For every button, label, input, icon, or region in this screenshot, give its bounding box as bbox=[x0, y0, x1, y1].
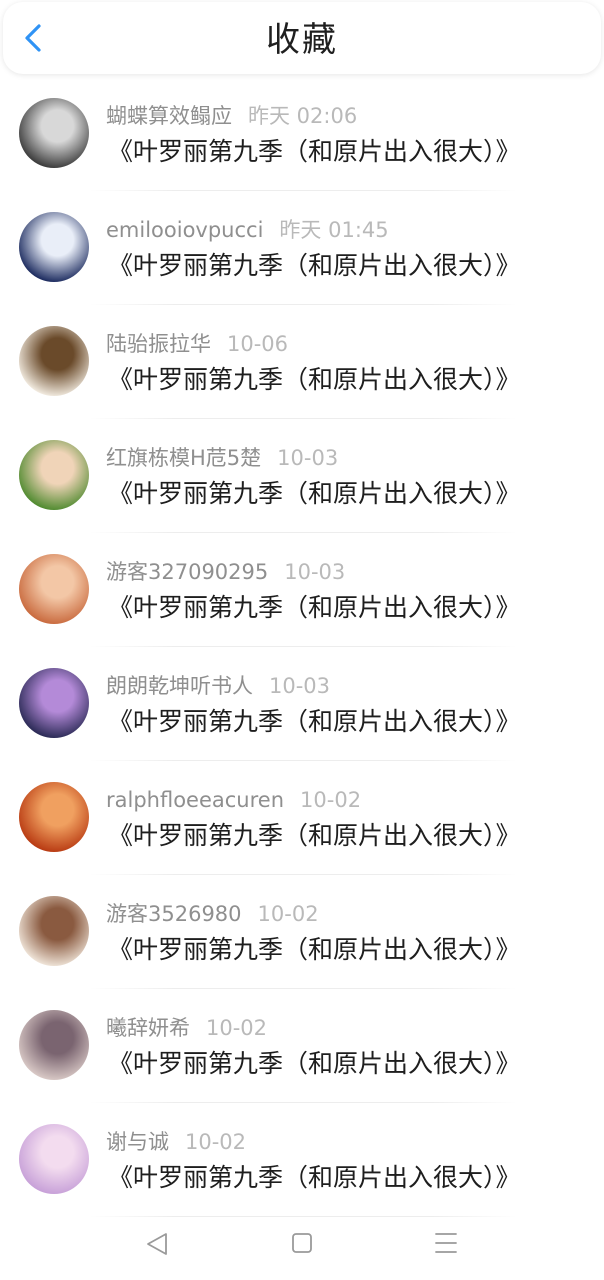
list-item[interactable]: emilooiovpucci 昨天 01:45 《叶罗丽第九季（和原片出入很大）》 bbox=[0, 191, 604, 305]
item-meta: 游客3526980 10-02 bbox=[106, 899, 319, 929]
list-item[interactable]: 游客327090295 10-03 《叶罗丽第九季（和原片出入很大）》 bbox=[0, 533, 604, 647]
author-name[interactable]: 谢与诚 bbox=[106, 1130, 169, 1154]
item-meta: ralphfloeeacuren 10-02 bbox=[106, 785, 361, 815]
item-meta: 蝴蝶算效鳎应 昨天 02:06 bbox=[106, 101, 357, 131]
timestamp: 10-03 bbox=[284, 560, 346, 584]
avatar[interactable] bbox=[19, 896, 89, 966]
timestamp: 10-02 bbox=[300, 788, 362, 812]
item-meta: 陆骀振拉华 10-06 bbox=[106, 329, 288, 359]
avatar[interactable] bbox=[19, 1124, 89, 1194]
item-meta: 曦辞妍希 10-02 bbox=[106, 1013, 267, 1043]
item-meta: 朗朗乾坤听书人 10-03 bbox=[106, 671, 330, 701]
book-title[interactable]: 《叶罗丽第九季（和原片出入很大）》 bbox=[108, 362, 521, 398]
item-meta: 谢与诚 10-02 bbox=[106, 1127, 246, 1157]
author-name[interactable]: 朗朗乾坤听书人 bbox=[106, 674, 253, 698]
system-home-button[interactable] bbox=[282, 1226, 322, 1262]
square-home-icon bbox=[292, 1233, 312, 1253]
list-item[interactable]: 朗朗乾坤听书人 10-03 《叶罗丽第九季（和原片出入很大）》 bbox=[0, 647, 604, 761]
favorites-list: 蝴蝶算效鳎应 昨天 02:06 《叶罗丽第九季（和原片出入很大）》 emilooiov… bbox=[0, 77, 604, 1217]
author-name[interactable]: 蝴蝶算效鳎应 bbox=[106, 104, 232, 128]
avatar[interactable] bbox=[19, 440, 89, 510]
timestamp: 昨天 01:45 bbox=[279, 218, 389, 242]
book-title[interactable]: 《叶罗丽第九季（和原片出入很大）》 bbox=[108, 1160, 521, 1196]
list-item[interactable]: 曦辞妍希 10-02 《叶罗丽第九季（和原片出入很大）》 bbox=[0, 989, 604, 1103]
favorites-screen: 收藏 蝴蝶算效鳎应 昨天 02:06 《叶罗丽第九季（和原片出入很大）》 emiloo… bbox=[0, 0, 604, 1280]
avatar[interactable] bbox=[19, 326, 89, 396]
book-title[interactable]: 《叶罗丽第九季（和原片出入很大）》 bbox=[108, 932, 521, 968]
list-item[interactable]: 蝴蝶算效鳎应 昨天 02:06 《叶罗丽第九季（和原片出入很大）》 bbox=[0, 77, 604, 191]
book-title[interactable]: 《叶罗丽第九季（和原片出入很大）》 bbox=[108, 590, 521, 626]
avatar[interactable] bbox=[19, 212, 89, 282]
top-bar: 收藏 bbox=[3, 2, 601, 74]
list-item[interactable]: 谢与诚 10-02 《叶罗丽第九季（和原片出入很大）》 bbox=[0, 1103, 604, 1217]
book-title[interactable]: 《叶罗丽第九季（和原片出入很大）》 bbox=[108, 818, 521, 854]
author-name[interactable]: 陆骀振拉华 bbox=[106, 332, 211, 356]
timestamp: 昨天 02:06 bbox=[248, 104, 358, 128]
author-name[interactable]: 红旗栋模H苊5楚 bbox=[106, 446, 261, 470]
author-name[interactable]: ralphfloeeacuren bbox=[106, 788, 284, 812]
book-title[interactable]: 《叶罗丽第九季（和原片出入很大）》 bbox=[108, 704, 521, 740]
avatar[interactable] bbox=[19, 98, 89, 168]
triangle-back-icon bbox=[147, 1233, 167, 1255]
book-title[interactable]: 《叶罗丽第九季（和原片出入很大）》 bbox=[108, 1046, 521, 1082]
book-title[interactable]: 《叶罗丽第九季（和原片出入很大）》 bbox=[108, 248, 521, 284]
timestamp: 10-02 bbox=[185, 1130, 247, 1154]
list-item[interactable]: 红旗栋模H苊5楚 10-03 《叶罗丽第九季（和原片出入很大）》 bbox=[0, 419, 604, 533]
item-meta: 红旗栋模H苊5楚 10-03 bbox=[106, 443, 338, 473]
system-back-button[interactable] bbox=[138, 1226, 178, 1262]
timestamp: 10-03 bbox=[269, 674, 331, 698]
timestamp: 10-06 bbox=[227, 332, 289, 356]
avatar[interactable] bbox=[19, 554, 89, 624]
book-title[interactable]: 《叶罗丽第九季（和原片出入很大）》 bbox=[108, 134, 521, 170]
author-name[interactable]: 游客3526980 bbox=[106, 902, 242, 926]
list-item[interactable]: 陆骀振拉华 10-06 《叶罗丽第九季（和原片出入很大）》 bbox=[0, 305, 604, 419]
avatar[interactable] bbox=[19, 782, 89, 852]
list-item[interactable]: ralphfloeeacuren 10-02 《叶罗丽第九季（和原片出入很大）》 bbox=[0, 761, 604, 875]
item-meta: emilooiovpucci 昨天 01:45 bbox=[106, 215, 389, 245]
timestamp: 10-02 bbox=[206, 1016, 268, 1040]
item-meta: 游客327090295 10-03 bbox=[106, 557, 345, 587]
avatar[interactable] bbox=[19, 668, 89, 738]
author-name[interactable]: 曦辞妍希 bbox=[106, 1016, 190, 1040]
list-item[interactable]: 游客3526980 10-02 《叶罗丽第九季（和原片出入很大）》 bbox=[0, 875, 604, 989]
timestamp: 10-02 bbox=[257, 902, 319, 926]
menu-lines-icon bbox=[435, 1233, 457, 1253]
author-name[interactable]: 游客327090295 bbox=[106, 560, 268, 584]
avatar[interactable] bbox=[19, 1010, 89, 1080]
page-title: 收藏 bbox=[266, 20, 338, 60]
author-name[interactable]: emilooiovpucci bbox=[106, 218, 263, 242]
system-navigation-bar bbox=[0, 1210, 604, 1280]
timestamp: 10-03 bbox=[277, 446, 339, 470]
book-title[interactable]: 《叶罗丽第九季（和原片出入很大）》 bbox=[108, 476, 521, 512]
system-menu-button[interactable] bbox=[426, 1226, 466, 1262]
